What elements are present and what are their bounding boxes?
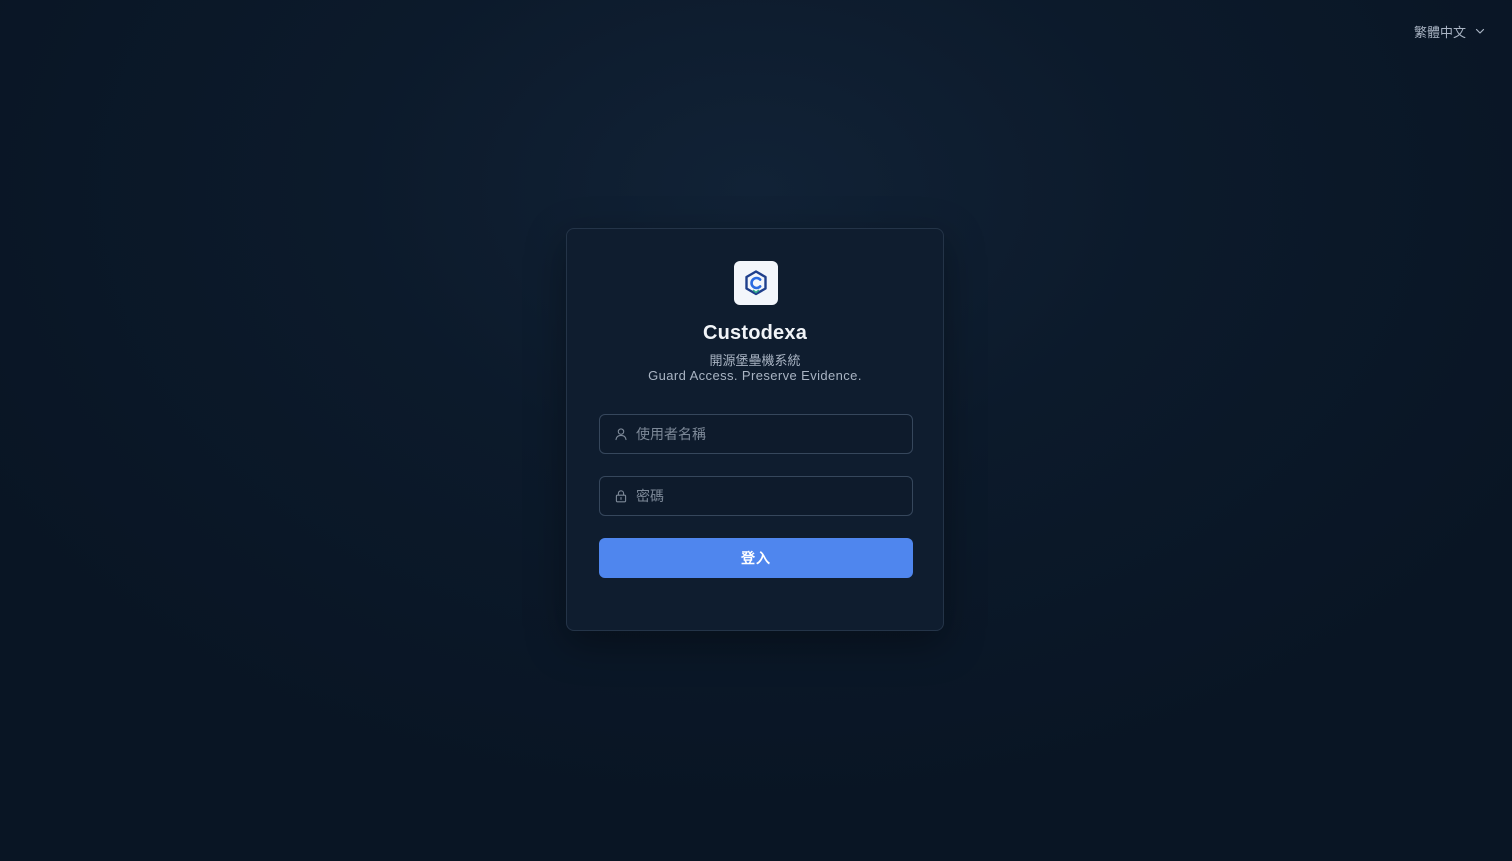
custodexa-logo-icon [734,261,778,305]
chevron-down-icon [1474,25,1486,37]
brand-tagline: Guard Access. Preserve Evidence. [648,368,862,383]
lock-icon [614,489,628,503]
login-button[interactable]: 登入 [599,538,913,578]
language-selector[interactable]: 繁體中文 [1406,21,1494,41]
brand-name: Custodexa [702,322,808,344]
brand-subtitle: 開源堡壘機系統 [709,353,801,368]
username-input[interactable] [636,415,912,453]
password-field[interactable] [599,476,913,516]
username-field[interactable] [599,414,913,454]
password-input[interactable] [636,477,912,515]
language-label: 繁體中文 [1414,24,1467,40]
user-icon [614,427,628,441]
login-card: Custodexa 開源堡壘機系統 Guard Access. Preserve… [566,228,944,631]
